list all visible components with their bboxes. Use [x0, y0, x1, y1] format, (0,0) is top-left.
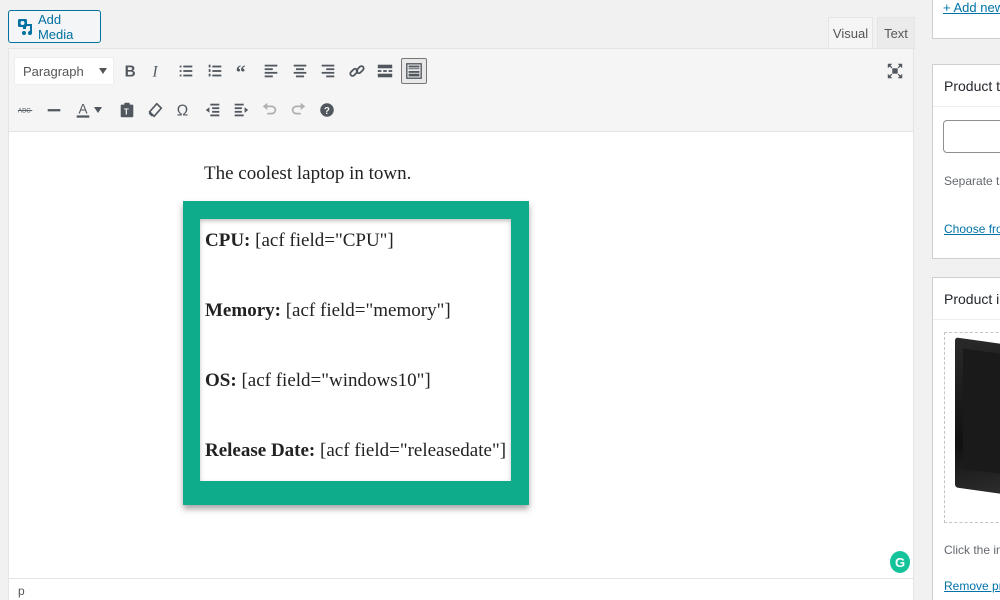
- fullscreen-icon: [887, 63, 903, 79]
- product-image[interactable]: [944, 332, 1000, 523]
- bulleted-list-icon: [179, 65, 193, 77]
- chevron-down-icon: [94, 107, 102, 113]
- field-value: [acf field="windows10"]: [236, 370, 431, 391]
- clear-formatting-button[interactable]: [142, 97, 168, 123]
- add-new-category-link[interactable]: + Add new: [943, 0, 1000, 15]
- link-icon: [349, 65, 365, 77]
- field-value: [acf field="memory"]: [280, 300, 451, 321]
- field-value: [acf field="CPU"]: [250, 230, 394, 251]
- read-more-button[interactable]: [372, 58, 398, 84]
- product-image-title[interactable]: Product im: [933, 278, 1000, 320]
- editor-content[interactable]: The coolest laptop in town. CPU: [acf fi…: [9, 133, 913, 578]
- undo-button[interactable]: [257, 97, 283, 123]
- acf-fields-box: CPU: [acf field="CPU"] Memory: [acf fiel…: [183, 201, 529, 505]
- horizontal-line-icon: [47, 109, 61, 112]
- link-button[interactable]: [344, 58, 370, 84]
- grammarly-icon[interactable]: G: [890, 551, 910, 573]
- undo-icon: [262, 102, 277, 115]
- acf-field-os: OS: [acf field="windows10"]: [205, 369, 511, 439]
- italic-icon: I: [152, 63, 159, 80]
- product-tags-panel: Product ta Separate ta Choose fro: [932, 64, 1000, 259]
- field-label: OS:: [205, 370, 237, 391]
- redo-icon: [291, 102, 306, 115]
- indent-icon: [234, 103, 249, 117]
- svg-text:T: T: [124, 108, 129, 117]
- remove-image-link[interactable]: Remove pro: [944, 579, 1000, 593]
- image-help-text: Click the im: [944, 543, 1000, 557]
- blockquote-button[interactable]: “: [230, 58, 256, 84]
- intro-text: The coolest laptop in town.: [204, 163, 412, 184]
- laptop-image: [955, 337, 1000, 499]
- align-left-icon: [264, 64, 278, 78]
- italic-button[interactable]: I: [144, 58, 170, 84]
- tab-visual[interactable]: Visual: [828, 17, 873, 49]
- text-color-icon: A: [76, 102, 90, 118]
- numbered-list-button[interactable]: [202, 58, 228, 84]
- clear-formatting-icon: [148, 102, 163, 118]
- field-label: Memory:: [205, 300, 281, 321]
- media-icon: [17, 18, 32, 35]
- acf-fields-inner: CPU: [acf field="CPU"] Memory: [acf fiel…: [200, 219, 511, 481]
- horizontal-line-button[interactable]: [41, 97, 67, 123]
- acf-field-release-date: Release Date: [acf field="releasedate"]: [205, 439, 511, 509]
- add-media-label: Add Media: [37, 11, 74, 42]
- numbered-list-icon: [208, 64, 222, 77]
- svg-text:?: ?: [324, 106, 330, 117]
- indent-button[interactable]: [228, 97, 254, 123]
- choose-tags-link[interactable]: Choose fro: [944, 222, 1000, 236]
- tags-help-text: Separate ta: [944, 174, 1000, 188]
- tag-input[interactable]: [943, 120, 1000, 153]
- outdent-icon: [205, 103, 220, 117]
- status-bar: p: [9, 578, 913, 600]
- strikethrough-icon: ABC: [17, 108, 33, 115]
- field-label: CPU:: [205, 230, 251, 251]
- bulleted-list-button[interactable]: [173, 58, 199, 84]
- blockquote-icon: “: [236, 62, 246, 80]
- toolbar-toggle-icon: [406, 63, 422, 79]
- product-tags-title[interactable]: Product ta: [933, 65, 1000, 107]
- field-value: [acf field="releasedate"]: [315, 440, 507, 461]
- editor-page: Add Media Visual Text Paragraph B I “ AB…: [0, 0, 1000, 600]
- editor-toolbar: Paragraph B I “ ABC A T Ω ?: [9, 49, 913, 132]
- svg-text:ABC: ABC: [18, 108, 31, 115]
- add-media-button[interactable]: Add Media: [8, 10, 101, 43]
- help-icon: ?: [320, 103, 334, 117]
- align-right-button[interactable]: [315, 58, 341, 84]
- paste-as-text-icon: T: [120, 102, 134, 118]
- bold-button[interactable]: B: [117, 58, 143, 84]
- outdent-button[interactable]: [200, 97, 226, 123]
- format-select[interactable]: Paragraph: [14, 57, 114, 85]
- laptop-screen: [963, 348, 1000, 479]
- align-center-button[interactable]: [287, 58, 313, 84]
- format-select-value: Paragraph: [23, 63, 84, 79]
- svg-text:A: A: [79, 102, 88, 117]
- field-label: Release Date:: [205, 440, 316, 461]
- acf-field-cpu: CPU: [acf field="CPU"]: [205, 229, 511, 299]
- paste-as-text-button[interactable]: T: [114, 97, 140, 123]
- text-color-dropdown[interactable]: [91, 97, 105, 123]
- tab-text[interactable]: Text: [877, 17, 915, 49]
- align-right-icon: [321, 64, 335, 78]
- chevron-down-icon: [99, 68, 107, 74]
- editor: Paragraph B I “ ABC A T Ω ? The coolest …: [8, 48, 914, 600]
- redo-button[interactable]: [285, 97, 311, 123]
- svg-text:Ω: Ω: [177, 102, 188, 119]
- acf-field-memory: Memory: [acf field="memory"]: [205, 299, 511, 369]
- special-character-icon: Ω: [177, 102, 188, 119]
- toolbar-toggle-button[interactable]: [401, 58, 427, 84]
- special-character-button[interactable]: Ω: [171, 97, 197, 123]
- svg-text:“: “: [236, 62, 246, 80]
- help-button[interactable]: ?: [314, 97, 340, 123]
- strikethrough-button[interactable]: ABC: [13, 97, 39, 123]
- element-path[interactable]: p: [18, 584, 25, 598]
- svg-text:B: B: [125, 63, 136, 80]
- svg-text:I: I: [152, 63, 159, 80]
- align-center-icon: [293, 64, 307, 78]
- read-more-icon: [377, 64, 393, 78]
- align-left-button[interactable]: [258, 58, 284, 84]
- fullscreen-button[interactable]: [882, 58, 908, 84]
- product-image-panel: Product im Click the im Remove pro: [932, 277, 1000, 600]
- bold-icon: B: [125, 63, 136, 80]
